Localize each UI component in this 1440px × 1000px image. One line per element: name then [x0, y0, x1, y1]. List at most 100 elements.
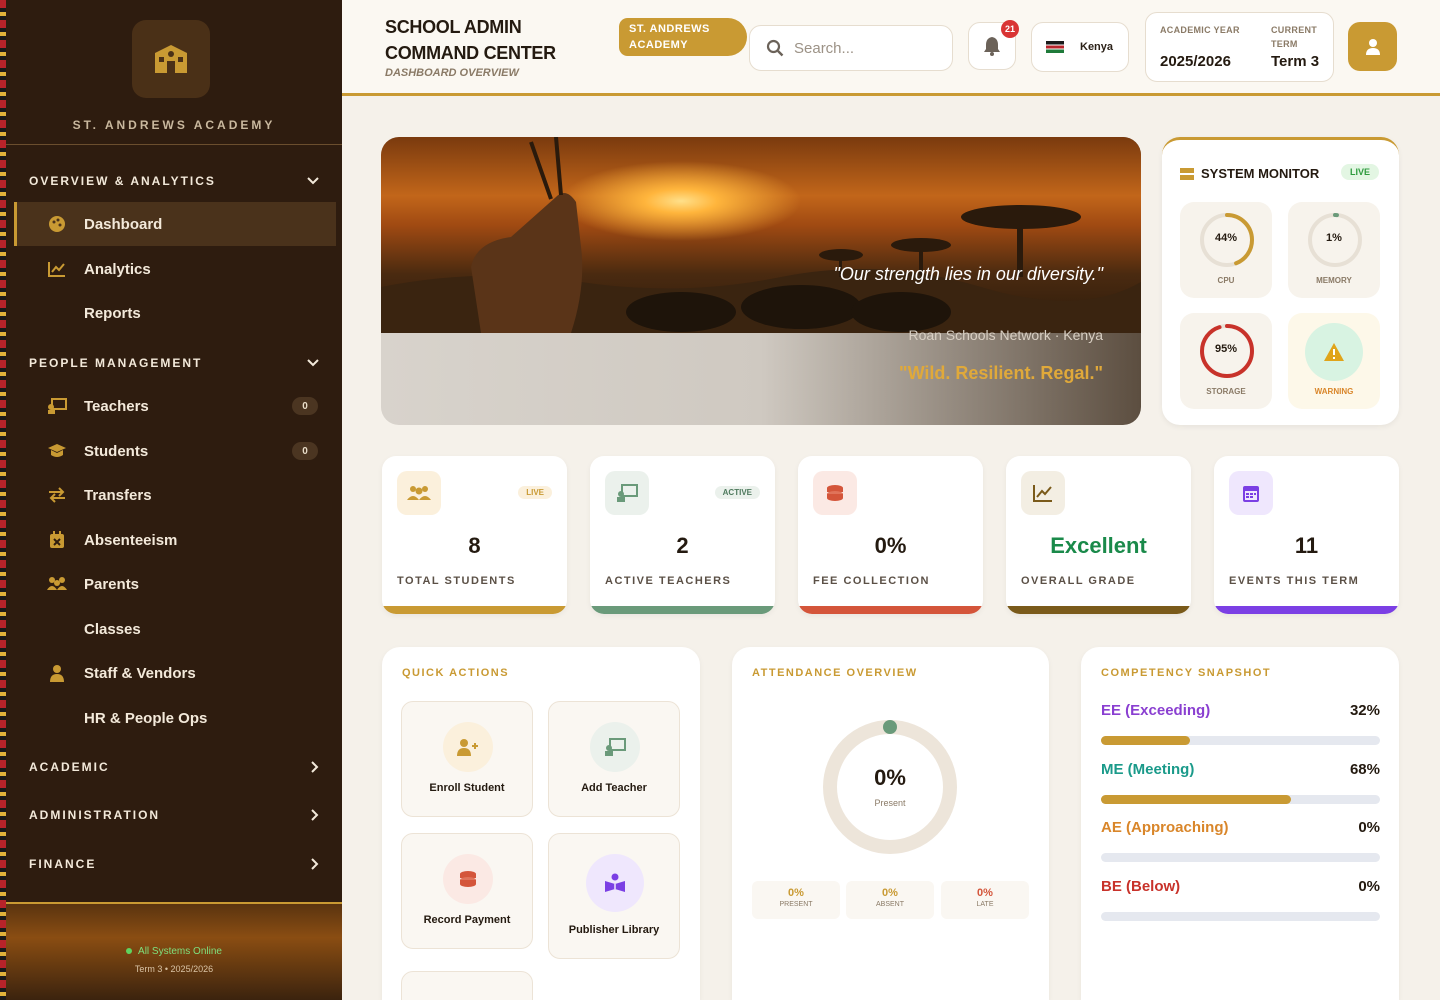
chevron-right-icon — [311, 858, 319, 870]
gauge-label: STORAGE — [1206, 387, 1246, 396]
stat-card-total-students[interactable]: LIVE 8 TOTAL STUDENTS — [382, 456, 567, 614]
section-people-management[interactable]: PEOPLE MANAGEMENT — [29, 356, 319, 370]
coins-icon — [443, 854, 493, 904]
user-plus-icon — [443, 722, 493, 772]
publisher-library-button[interactable]: Publisher Library — [548, 833, 680, 959]
enroll-student-button[interactable]: Enroll Student — [401, 701, 533, 817]
book-reader-icon — [586, 854, 644, 912]
sidebar: ST. ANDREWS ACADEMY OVERVIEW & ANALYTICS… — [6, 0, 342, 1000]
search-input[interactable]: Search... — [749, 25, 953, 71]
progress-track — [1101, 795, 1380, 804]
panel-title: QUICK ACTIONS — [402, 667, 510, 679]
sidebar-item-reports[interactable]: Reports — [14, 291, 336, 335]
user-avatar-button[interactable] — [1348, 22, 1397, 71]
count-badge: 0 — [292, 442, 318, 460]
sidebar-brand: ST. ANDREWS ACADEMY — [72, 118, 276, 132]
system-status: All Systems Online — [6, 946, 342, 957]
stat-card-fee-collection[interactable]: 0% FEE COLLECTION — [798, 456, 983, 614]
absent-stat: 0% ABSENT — [846, 881, 934, 919]
section-academic[interactable]: ACADEMIC — [29, 760, 319, 774]
chalkboard-teacher-icon — [605, 471, 649, 515]
sidebar-item-analytics[interactable]: Analytics — [14, 247, 336, 291]
mini-value: 0% — [882, 887, 898, 899]
sidebar-item-dashboard[interactable]: Dashboard — [14, 202, 336, 246]
country-selector[interactable]: Kenya — [1031, 22, 1129, 72]
gauge-value: 1% — [1326, 232, 1342, 244]
sidebar-item-parents[interactable]: Parents — [14, 562, 336, 606]
sidebar-item-classes[interactable]: Classes — [14, 607, 336, 651]
sidebar-item-staff-vendors[interactable]: Staff & Vendors — [14, 651, 336, 695]
chalkboard-teacher-icon — [46, 395, 68, 417]
monitor-title: SYSTEM MONITOR — [1180, 166, 1319, 181]
hero-motto: "Wild. Resilient. Regal." — [899, 363, 1103, 383]
section-label: PEOPLE MANAGEMENT — [29, 356, 203, 370]
stat-card-overall-grade[interactable]: Excellent OVERALL GRADE — [1006, 456, 1191, 614]
sidebar-item-label: Teachers — [84, 397, 149, 415]
notifications-button[interactable]: 21 — [968, 20, 1019, 70]
chevron-right-icon — [311, 809, 319, 821]
line-chart-icon — [1021, 471, 1065, 515]
section-label: OVERVIEW & ANALYTICS — [29, 174, 216, 188]
stat-card-events-this-term[interactable]: 11 EVENTS THIS TERM — [1214, 456, 1399, 614]
sidebar-item-label: Analytics — [84, 260, 151, 278]
mini-label: ABSENT — [875, 901, 904, 908]
record-payment-button[interactable]: Record Payment — [401, 833, 533, 949]
warning-circle — [1305, 323, 1363, 381]
sidebar-item-teachers[interactable]: Teachers 0 — [14, 384, 336, 428]
user-icon — [1365, 38, 1380, 55]
stat-accent-bar — [382, 606, 567, 614]
gauge-label: WARNING — [1314, 387, 1354, 396]
section-overview-analytics[interactable]: OVERVIEW & ANALYTICS — [29, 174, 319, 188]
school-logo[interactable] — [132, 20, 210, 98]
palette-icon — [46, 213, 68, 235]
live-badge: LIVE — [1340, 164, 1379, 180]
stat-label: ACTIVE TEACHERS — [605, 575, 732, 587]
stat-value: Excellent — [1050, 533, 1147, 558]
present-stat: 0% PRESENT — [752, 881, 840, 919]
sidebar-item-label: Staff & Vendors — [84, 664, 196, 682]
attendance-overview-panel: ATTENDANCE OVERVIEW 0% Present 0% PRESEN… — [732, 647, 1049, 1000]
sidebar-item-hr-people-ops[interactable]: HR & People Ops — [14, 696, 336, 740]
hero-banner: "Our strength lies in our diversity." Ro… — [381, 137, 1141, 425]
page-title: SCHOOL ADMIN COMMAND CENTER — [385, 17, 556, 63]
competency-label: EE (Exceeding) — [1101, 702, 1211, 719]
active-tag: ACTIVE — [714, 486, 760, 499]
users-icon — [46, 573, 68, 595]
add-teacher-button[interactable]: Add Teacher — [548, 701, 680, 817]
stat-accent-bar — [590, 606, 775, 614]
warning-triangle-icon — [1324, 343, 1344, 361]
sidebar-item-label: Reports — [84, 304, 141, 322]
cpu-gauge: 44% CPU — [1180, 202, 1272, 298]
sidebar-item-students[interactable]: Students 0 — [14, 429, 336, 473]
action-label: Enroll Student — [429, 782, 505, 794]
sidebar-item-label: Transfers — [84, 486, 152, 504]
quick-actions-panel: QUICK ACTIONS Enroll Student Add Teacher… — [382, 647, 700, 1000]
section-label: ACADEMIC — [29, 760, 110, 774]
attendance-value-label: Present — [874, 798, 906, 808]
stat-label: OVERALL GRADE — [1021, 575, 1136, 587]
sidebar-item-absenteeism[interactable]: Absenteeism — [14, 518, 336, 562]
quick-action-card-partial[interactable] — [401, 971, 533, 1000]
server-icon — [1180, 167, 1194, 180]
sidebar-item-label: Students — [84, 442, 149, 460]
school-pill[interactable]: ST. ANDREWS ACADEMY — [619, 18, 747, 56]
sidebar-item-transfers[interactable]: Transfers — [14, 473, 336, 517]
footer-term: Term 3 • 2025/2026 — [134, 964, 214, 974]
competency-value: 0% — [1358, 819, 1380, 836]
section-administration[interactable]: ADMINISTRATION — [29, 808, 319, 822]
gauge-value: 44% — [1214, 232, 1238, 244]
status-dot-icon — [126, 948, 133, 954]
academic-year-label: ACADEMIC YEAR — [1160, 25, 1240, 35]
mini-label: PRESENT — [779, 901, 813, 908]
stat-value: 11 — [1294, 533, 1319, 558]
warning-indicator: WARNING — [1288, 313, 1380, 409]
users-icon — [397, 471, 441, 515]
calendar-x-icon — [46, 529, 68, 551]
stat-card-active-teachers[interactable]: ACTIVE 2 ACTIVE TEACHERS — [590, 456, 775, 614]
competency-snapshot-panel: COMPETENCY SNAPSHOT EE (Exceeding) 32% M… — [1081, 647, 1399, 1000]
section-finance[interactable]: FINANCE — [29, 857, 319, 871]
academic-year-value: 2025/2026 — [1160, 53, 1231, 70]
competency-value: 68% — [1349, 761, 1380, 778]
competency-label: BE (Below) — [1101, 878, 1181, 895]
chevron-down-icon — [307, 359, 319, 367]
